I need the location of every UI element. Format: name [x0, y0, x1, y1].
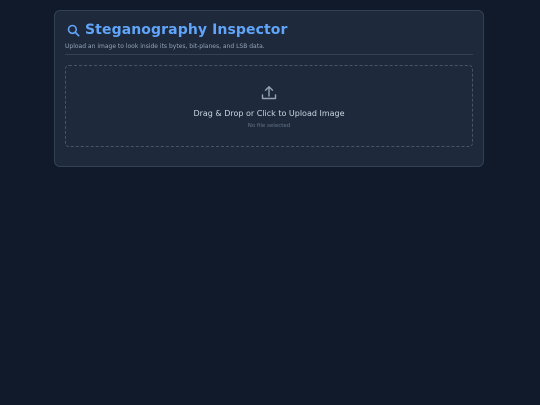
title-row: Steganography Inspector [65, 20, 473, 40]
page-title: Steganography Inspector [85, 22, 288, 38]
file-status: No file selected [247, 123, 291, 129]
upload-dropzone[interactable]: Drag & Drop or Click to Upload Image No … [65, 65, 473, 147]
search-icon [66, 23, 80, 37]
page-subtitle: Upload an image to look inside its bytes… [65, 43, 265, 50]
card-header: Steganography Inspector Upload an image … [65, 20, 473, 50]
inspector-card: Steganography Inspector Upload an image … [54, 10, 484, 167]
header-divider [65, 54, 473, 55]
upload-icon [260, 84, 278, 102]
upload-label: Drag & Drop or Click to Upload Image [193, 109, 345, 118]
